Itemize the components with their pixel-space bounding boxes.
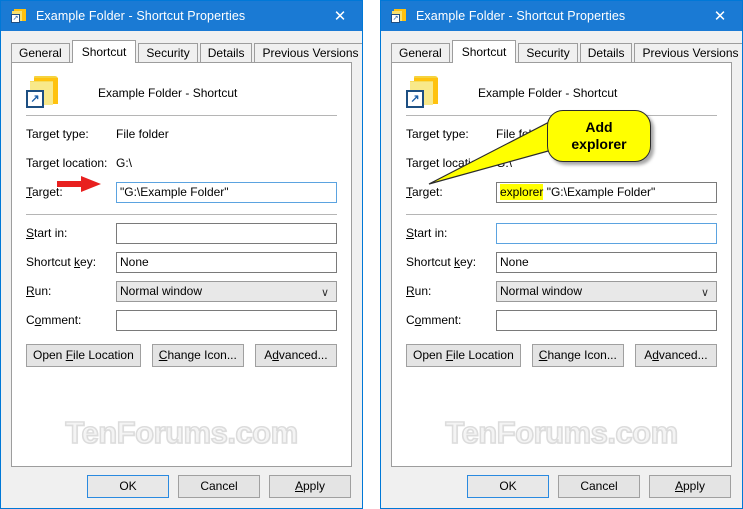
properties-window-before: ↗ Example Folder - Shortcut Properties ✕… [0, 0, 363, 509]
target-location-row: Target location: G:\ [12, 152, 351, 174]
start-in-input[interactable] [496, 222, 717, 244]
change-icon-button[interactable]: Change Icon... [151, 344, 244, 367]
folder-shortcut-icon: ↗ [391, 8, 407, 24]
tab-security[interactable]: Security [518, 43, 578, 62]
shortcut-header: ↗ Example Folder - Shortcut [392, 63, 731, 109]
apply-button[interactable]: Apply [649, 475, 731, 498]
comment-row: Comment: [12, 309, 351, 331]
advanced-button[interactable]: Advanced... [634, 344, 717, 367]
shortcut-action-buttons: Open File Location Change Icon... Advanc… [392, 344, 731, 367]
tab-previous-versions[interactable]: Previous Versions [634, 43, 742, 62]
tab-strip: General Shortcut Security Details Previo… [1, 39, 362, 63]
shortcut-key-input[interactable]: None [496, 251, 717, 273]
target-type-label: Target type: [406, 127, 469, 141]
start-in-row: Start in: [392, 222, 731, 244]
ok-button[interactable]: OK [467, 475, 549, 498]
window-title: Example Folder - Shortcut Properties [416, 9, 626, 23]
red-arrow-icon [57, 176, 101, 192]
chevron-down-icon: ∨ [320, 286, 329, 299]
target-type-value: File folder [116, 127, 169, 141]
shortcut-key-row: Shortcut key: None [12, 251, 351, 273]
folder-shortcut-icon: ↗ [11, 8, 27, 24]
shortcut-key-label: Shortcut key: [406, 255, 477, 269]
target-location-label: Target location: [406, 156, 488, 170]
target-row: Target: explorer "G:\Example Folder" [392, 181, 731, 203]
run-select[interactable]: Normal window ∨ [116, 280, 337, 302]
start-in-row: Start in: [12, 222, 351, 244]
header-divider [406, 115, 717, 116]
open-file-location-button[interactable]: Open File Location [26, 344, 141, 367]
comment-label: Comment: [26, 313, 82, 327]
target-input[interactable]: explorer "G:\Example Folder" [496, 181, 717, 203]
titlebar: ↗ Example Folder - Shortcut Properties ✕ [1, 1, 362, 31]
folder-shortcut-large-icon: ↗ [26, 75, 62, 110]
cancel-button[interactable]: Cancel [178, 475, 260, 498]
target-highlighted-token: explorer [500, 183, 544, 200]
comment-label: Comment: [406, 313, 462, 327]
shortcut-key-row: Shortcut key: None [392, 251, 731, 273]
dialog-buttons: OK Cancel Apply [1, 475, 362, 498]
run-selected-value: Normal window [120, 283, 203, 298]
header-divider [26, 115, 337, 116]
target-type-row: Target type: File folder [12, 123, 351, 145]
tab-details[interactable]: Details [579, 43, 633, 62]
screenshot-stage: ↗ Example Folder - Shortcut Properties ✕… [0, 0, 743, 509]
shortcut-name-label: Example Folder - Shortcut [98, 85, 238, 100]
apply-button[interactable]: Apply [269, 475, 351, 498]
run-row: Run: Normal window ∨ [12, 280, 351, 302]
target-type-label: Target type: [26, 127, 89, 141]
target-type-value: File folder [496, 127, 549, 141]
run-row: Run: Normal window ∨ [392, 280, 731, 302]
shortcut-tab-page: ↗ Example Folder - Shortcut Target type:… [391, 62, 732, 467]
chevron-down-icon: ∨ [700, 286, 709, 299]
start-in-label: Start in: [26, 226, 68, 240]
shortcut-header: ↗ Example Folder - Shortcut [12, 63, 351, 109]
change-icon-button[interactable]: Change Icon... [531, 344, 624, 367]
target-input[interactable]: "G:\Example Folder" [116, 181, 337, 203]
target-location-value: G:\ [116, 156, 133, 170]
target-remaining-value: "G:\Example Folder" [543, 184, 656, 199]
dialog-buttons: OK Cancel Apply [381, 475, 742, 498]
shortcut-action-buttons: Open File Location Change Icon... Advanc… [12, 344, 351, 367]
target-location-value: G:\ [496, 156, 513, 170]
run-select[interactable]: Normal window ∨ [496, 280, 717, 302]
tab-details[interactable]: Details [199, 43, 253, 62]
shortcut-name-label: Example Folder - Shortcut [478, 85, 618, 100]
cancel-button[interactable]: Cancel [558, 475, 640, 498]
run-label: Run: [406, 284, 432, 298]
run-selected-value: Normal window [500, 283, 583, 298]
shortcut-tab-page: ↗ Example Folder - Shortcut Target type:… [11, 62, 352, 467]
start-in-label: Start in: [406, 226, 448, 240]
target-divider [26, 214, 337, 215]
comment-row: Comment: [392, 309, 731, 331]
start-in-input[interactable] [116, 222, 337, 244]
tab-security[interactable]: Security [138, 43, 198, 62]
target-location-label: Target location: [26, 156, 108, 170]
tab-shortcut[interactable]: Shortcut [451, 40, 517, 63]
tab-general[interactable]: General [11, 43, 70, 62]
comment-input[interactable] [496, 309, 717, 331]
target-type-row: Target type: File folder [392, 123, 731, 145]
window-title: Example Folder - Shortcut Properties [36, 9, 246, 23]
tab-strip: General Shortcut Security Details Previo… [381, 39, 742, 63]
tab-general[interactable]: General [391, 43, 450, 62]
comment-input[interactable] [116, 309, 337, 331]
shortcut-key-input[interactable]: None [116, 251, 337, 273]
folder-shortcut-large-icon: ↗ [406, 75, 442, 110]
titlebar: ↗ Example Folder - Shortcut Properties ✕ [381, 1, 742, 31]
close-icon[interactable]: ✕ [698, 1, 742, 31]
target-label: Target: [406, 185, 443, 199]
run-label: Run: [26, 284, 52, 298]
tab-shortcut[interactable]: Shortcut [71, 40, 137, 63]
ok-button[interactable]: OK [87, 475, 169, 498]
properties-window-after: ↗ Example Folder - Shortcut Properties ✕… [380, 0, 743, 509]
tab-previous-versions[interactable]: Previous Versions [254, 43, 362, 62]
target-divider [406, 214, 717, 215]
close-icon[interactable]: ✕ [318, 1, 362, 31]
open-file-location-button[interactable]: Open File Location [406, 344, 521, 367]
advanced-button[interactable]: Advanced... [254, 344, 337, 367]
target-location-row: Target location: G:\ [392, 152, 731, 174]
shortcut-key-label: Shortcut key: [26, 255, 97, 269]
